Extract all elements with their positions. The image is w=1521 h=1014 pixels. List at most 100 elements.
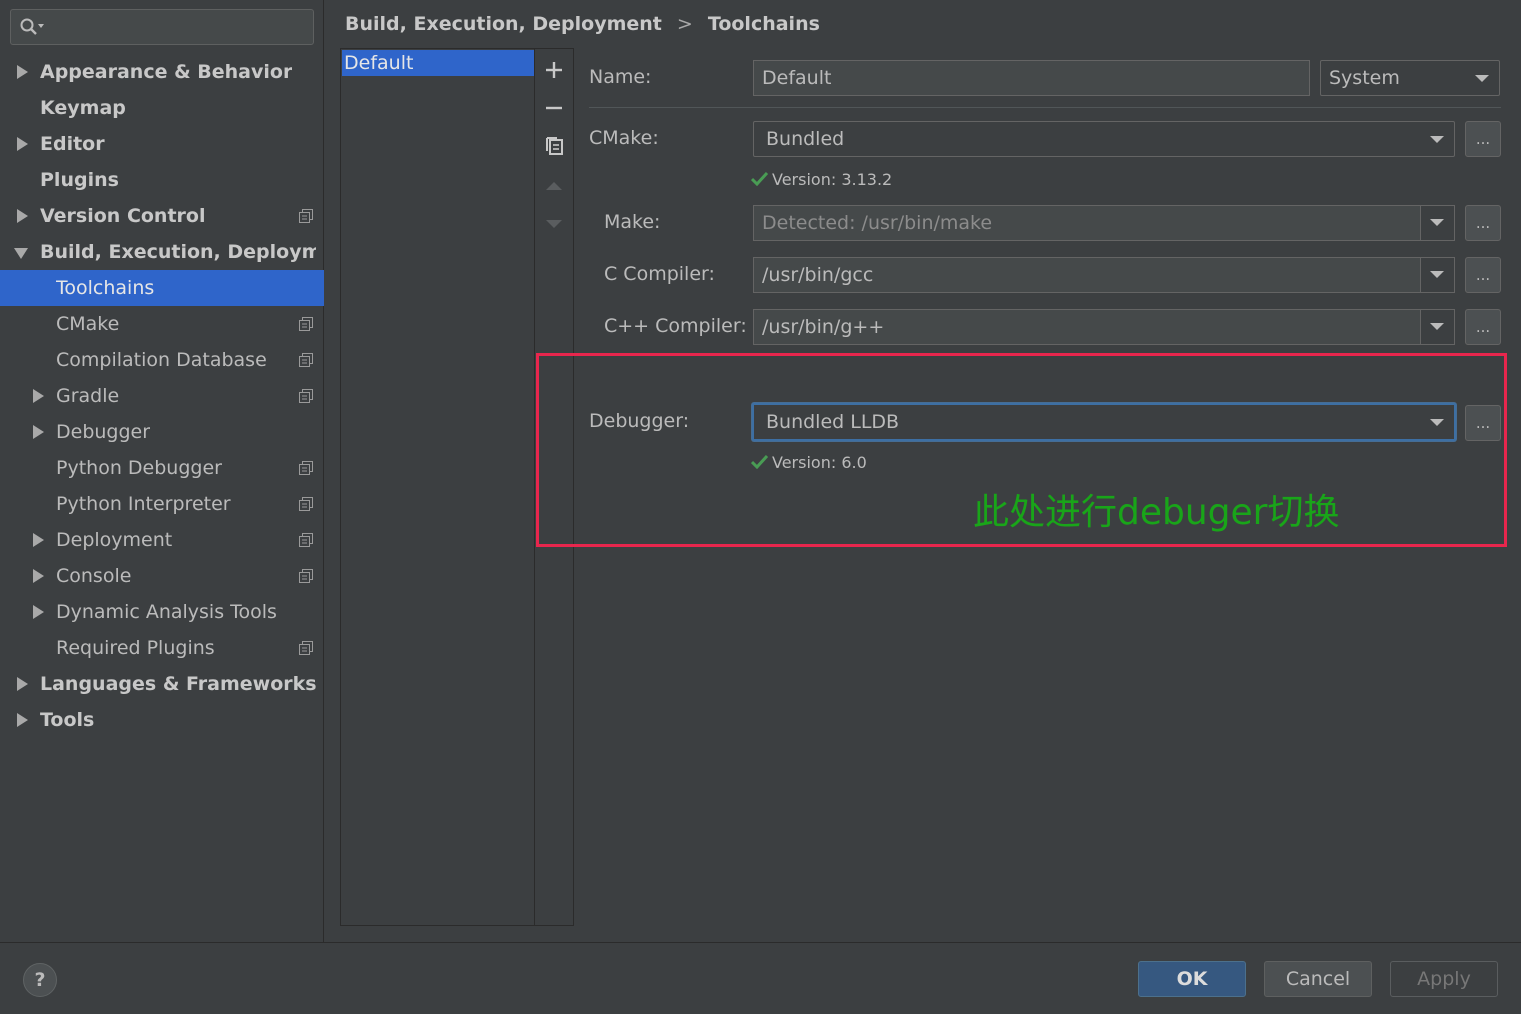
- expand-arrow-icon[interactable]: [31, 605, 45, 619]
- chevron-down-icon: [1430, 271, 1444, 278]
- sidebar-item-python-debugger[interactable]: Python Debugger: [0, 450, 324, 486]
- sidebar-item-compilation-database[interactable]: Compilation Database: [0, 342, 324, 378]
- sidebar-item-plugins[interactable]: Plugins: [0, 162, 324, 198]
- project-settings-icon: [299, 317, 313, 331]
- sidebar-item-dynamic-analysis-tools[interactable]: Dynamic Analysis Tools: [0, 594, 324, 630]
- sidebar-item-tools[interactable]: Tools: [0, 702, 324, 738]
- sidebar-item-console[interactable]: Console: [0, 558, 324, 594]
- c-compiler-browse-button[interactable]: ...: [1465, 257, 1501, 293]
- breadcrumb: Build, Execution, Deployment > Toolchains: [345, 10, 820, 38]
- toolchain-list: Default: [340, 48, 535, 926]
- name-field[interactable]: Default: [753, 60, 1310, 96]
- expand-arrow-icon[interactable]: [15, 65, 29, 79]
- apply-button[interactable]: Apply: [1390, 961, 1498, 997]
- sidebar-item-label: Dynamic Analysis Tools: [56, 601, 277, 623]
- sidebar-item-label: Compilation Database: [56, 349, 267, 371]
- cpp-compiler-field-value: /usr/bin/g++: [762, 316, 885, 338]
- sidebar-item-label: Deployment: [56, 529, 173, 551]
- sidebar-item-label: Tools: [40, 709, 95, 731]
- sidebar-item-appearance[interactable]: Appearance & Behavior: [0, 54, 324, 90]
- make-browse-button[interactable]: ...: [1465, 205, 1501, 241]
- sidebar-item-label: Editor: [40, 133, 105, 155]
- sidebar-item-label: Gradle: [56, 385, 120, 407]
- debugger-version-text: Version: 6.0: [772, 453, 867, 472]
- collapse-arrow-icon[interactable]: [14, 246, 28, 260]
- sidebar-item-cmake[interactable]: CMake: [0, 306, 324, 342]
- make-label: Make:: [604, 211, 661, 233]
- check-icon: [751, 455, 768, 469]
- cmake-select[interactable]: Bundled: [753, 121, 1455, 157]
- move-up-icon[interactable]: [544, 176, 564, 196]
- help-button[interactable]: ?: [23, 963, 57, 997]
- debugger-label: Debugger:: [589, 410, 690, 432]
- sidebar-item-editor[interactable]: Editor: [0, 126, 324, 162]
- name-label: Name:: [589, 66, 652, 88]
- sidebar-item-label: Python Interpreter: [56, 493, 231, 515]
- sidebar-item-deployment[interactable]: Deployment: [0, 522, 324, 558]
- sidebar-item-label: Version Control: [40, 205, 206, 227]
- sidebar-item-label: Languages & Frameworks: [40, 673, 317, 695]
- move-down-icon[interactable]: [544, 214, 564, 234]
- expand-arrow-icon[interactable]: [31, 533, 45, 547]
- cmake-select-value: Bundled: [766, 128, 845, 150]
- toolchain-list-item[interactable]: Default: [342, 50, 534, 76]
- c-compiler-field-value: /usr/bin/gcc: [762, 264, 874, 286]
- cmake-browse-button[interactable]: ...: [1465, 121, 1501, 157]
- expand-arrow-icon[interactable]: [31, 389, 45, 403]
- make-field[interactable]: Detected: /usr/bin/make: [753, 205, 1455, 241]
- cpp-compiler-browse-button[interactable]: ...: [1465, 309, 1501, 345]
- sidebar-item-toolchains[interactable]: Toolchains: [0, 270, 324, 306]
- chevron-down-icon: [1430, 136, 1444, 143]
- sidebar-item-required-plugins[interactable]: Required Plugins: [0, 630, 324, 666]
- remove-icon[interactable]: [544, 98, 564, 118]
- expand-arrow-icon[interactable]: [31, 569, 45, 583]
- expand-arrow-icon[interactable]: [15, 137, 29, 151]
- sidebar-item-languages-frameworks[interactable]: Languages & Frameworks: [0, 666, 324, 702]
- expand-arrow-icon[interactable]: [15, 209, 29, 223]
- debugger-version: Version: 6.0: [751, 453, 867, 472]
- project-settings-icon: [299, 353, 313, 367]
- sidebar-item-label: Build, Execution, Deployment: [40, 241, 316, 263]
- cpp-compiler-field[interactable]: /usr/bin/g++: [753, 309, 1455, 345]
- search-icon: [20, 18, 44, 35]
- chevron-down-icon: [1475, 75, 1489, 82]
- add-icon[interactable]: [544, 60, 564, 80]
- sidebar-item-python-interpreter[interactable]: Python Interpreter: [0, 486, 324, 522]
- environment-select-value: System: [1329, 67, 1400, 89]
- sidebar-item-build-execution-deployment[interactable]: Build, Execution, Deployment: [0, 234, 324, 270]
- sidebar-item-debugger[interactable]: Debugger: [0, 414, 324, 450]
- cmake-version: Version: 3.13.2: [751, 170, 892, 189]
- ok-button[interactable]: OK: [1138, 961, 1246, 997]
- cmake-label: CMake:: [589, 127, 659, 149]
- cpp-compiler-dropdown-button[interactable]: [1420, 310, 1454, 344]
- project-settings-icon: [299, 497, 313, 511]
- breadcrumb-separator: >: [676, 13, 693, 35]
- cmake-version-text: Version: 3.13.2: [772, 170, 893, 189]
- make-field-value: Detected: /usr/bin/make: [762, 212, 993, 234]
- copy-icon[interactable]: [544, 136, 564, 156]
- expand-arrow-icon[interactable]: [31, 425, 45, 439]
- sidebar-item-gradle[interactable]: Gradle: [0, 378, 324, 414]
- make-dropdown-button[interactable]: [1420, 206, 1454, 240]
- sidebar-item-keymap[interactable]: Keymap: [0, 90, 324, 126]
- project-settings-icon: [299, 389, 313, 403]
- debugger-browse-button[interactable]: ...: [1465, 405, 1501, 441]
- project-settings-icon: [299, 569, 313, 583]
- sidebar-item-label: Toolchains: [56, 277, 155, 299]
- cancel-button[interactable]: Cancel: [1264, 961, 1372, 997]
- cpp-compiler-label: C++ Compiler:: [604, 315, 747, 337]
- c-compiler-dropdown-button[interactable]: [1420, 258, 1454, 292]
- debugger-select[interactable]: Bundled LLDB: [752, 403, 1456, 441]
- sidebar-item-version-control[interactable]: Version Control: [0, 198, 324, 234]
- chevron-down-icon: [1430, 323, 1444, 330]
- breadcrumb-parent[interactable]: Build, Execution, Deployment: [345, 13, 662, 35]
- environment-select[interactable]: System: [1320, 60, 1500, 96]
- expand-arrow-icon[interactable]: [15, 677, 29, 691]
- expand-arrow-icon[interactable]: [15, 713, 29, 727]
- c-compiler-field[interactable]: /usr/bin/gcc: [753, 257, 1455, 293]
- c-compiler-label: C Compiler:: [604, 263, 715, 285]
- sidebar-item-label: Required Plugins: [56, 637, 215, 659]
- search-input[interactable]: [10, 9, 314, 45]
- settings-sidebar: Appearance & Behavior Keymap Editor Plug…: [0, 0, 324, 942]
- debugger-select-value: Bundled LLDB: [766, 411, 900, 433]
